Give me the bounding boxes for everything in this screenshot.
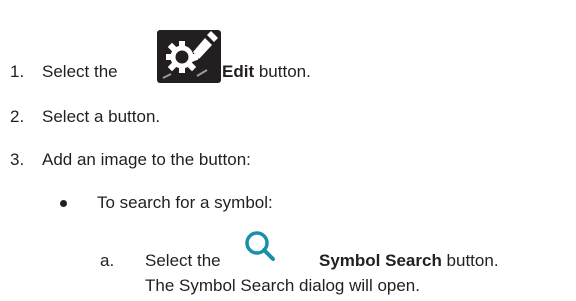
substep-text-after-group: Symbol Search button. [319, 251, 499, 271]
symbol-search-label: Symbol Search [319, 251, 442, 270]
search-magnifier-icon [240, 228, 280, 273]
step-text: Select a button. [42, 107, 161, 126]
edit-label: Edit [222, 62, 255, 81]
step-text-before: Select the [42, 62, 118, 81]
step-text-after-group: Edit button. [222, 62, 311, 82]
step-number: 3. [10, 150, 25, 169]
step-text: Select the [42, 62, 118, 82]
step-number: 2. [10, 107, 25, 126]
step-number: 1. [10, 62, 25, 81]
substep-continuation: The Symbol Search dialog will open. [145, 276, 420, 295]
edit-gear-pencil-icon [157, 30, 221, 83]
step-text-after: button. [254, 62, 311, 81]
substep-text-before: Select the [145, 251, 221, 270]
bullet-text: To search for a symbol: [97, 193, 273, 212]
substep-text-after: button. [441, 251, 499, 270]
substep-letter: a. [100, 251, 115, 270]
bullet-dot [60, 200, 67, 207]
step-text: Add an image to the button: [42, 150, 251, 169]
